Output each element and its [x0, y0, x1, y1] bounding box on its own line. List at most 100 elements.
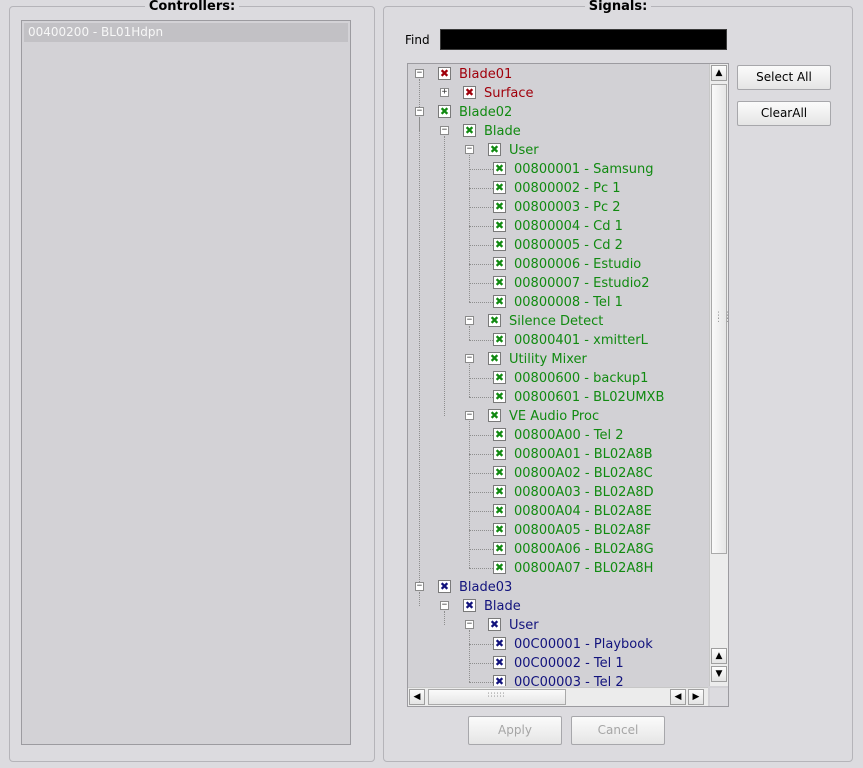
scroll-up-arrow-icon[interactable]: ▲ — [711, 65, 727, 81]
tree-item-label: Blade — [484, 124, 521, 139]
collapse-minus-icon[interactable]: − — [415, 582, 424, 591]
checkbox-checked-icon[interactable]: ✖ — [488, 143, 501, 156]
clear-all-button[interactable]: ClearAll — [737, 101, 831, 126]
tree-item[interactable]: ✖ 00800A03 - BL02A8D — [408, 483, 708, 502]
tree-item[interactable]: ✖ 00C00001 - Playbook — [408, 635, 708, 654]
checkbox-checked-icon[interactable]: ✖ — [493, 390, 506, 403]
collapse-minus-icon[interactable]: − — [440, 601, 449, 610]
checkbox-checked-icon[interactable]: ✖ — [493, 257, 506, 270]
checkbox-checked-icon[interactable]: ✖ — [463, 124, 476, 137]
scroll-left-arrow-icon-2[interactable]: ◀ — [670, 689, 686, 705]
tree-item[interactable]: ✖ 00800008 - Tel 1 — [408, 293, 708, 312]
checkbox-checked-icon[interactable]: ✖ — [493, 181, 506, 194]
tree-item[interactable]: ✖ 00800A05 - BL02A8F — [408, 521, 708, 540]
checkbox-checked-icon[interactable]: ✖ — [493, 466, 506, 479]
tree-item[interactable]: − ✖ Blade — [408, 122, 708, 141]
collapse-minus-icon[interactable]: − — [465, 620, 474, 629]
checkbox-checked-icon[interactable]: ✖ — [493, 428, 506, 441]
tree-item[interactable]: − ✖ VE Audio Proc — [408, 407, 708, 426]
collapse-minus-icon[interactable]: − — [465, 145, 474, 154]
checkbox-checked-icon[interactable]: ✖ — [493, 637, 506, 650]
tree-item[interactable]: ✖ 00800601 - BL02UMXB — [408, 388, 708, 407]
checkbox-checked-icon[interactable]: ✖ — [438, 580, 451, 593]
tree-item[interactable]: ✖ 00800600 - backup1 — [408, 369, 708, 388]
checkbox-checked-icon[interactable]: ✖ — [493, 523, 506, 536]
tree-item[interactable]: − ✖ User — [408, 616, 708, 635]
tree-item[interactable]: ✖ 00800A06 - BL02A8G — [408, 540, 708, 559]
signals-tree: − ✖ Blade01 + ✖ Surface − ✖ Blade02− ✖ Blade − ✖ User… — [408, 64, 708, 686]
tree-item[interactable]: − ✖ User — [408, 141, 708, 160]
checkbox-checked-icon[interactable]: ✖ — [438, 67, 451, 80]
checkbox-checked-icon[interactable]: ✖ — [493, 447, 506, 460]
tree-item[interactable]: ✖ 00800A07 - BL02A8H — [408, 559, 708, 578]
find-input[interactable] — [440, 29, 727, 50]
signals-tree-view[interactable]: − ✖ Blade01 + ✖ Surface − ✖ Blade02− ✖ Blade − ✖ User… — [407, 63, 729, 707]
tree-item[interactable]: − ✖ Silence Detect — [408, 312, 708, 331]
scroll-right-arrow-icon[interactable]: ▶ — [688, 689, 704, 705]
horizontal-scroll-thumb[interactable]: ⋯⋯ ⋯⋯ — [428, 689, 566, 705]
tree-item[interactable]: − ✖ Blade03 — [408, 578, 708, 597]
controllers-list[interactable]: 00400200 - BL01Hdpn — [21, 20, 351, 745]
checkbox-checked-icon[interactable]: ✖ — [463, 86, 476, 99]
checkbox-checked-icon[interactable]: ✖ — [488, 314, 501, 327]
checkbox-checked-icon[interactable]: ✖ — [493, 238, 506, 251]
tree-item[interactable]: ✖ 00800A01 - BL02A8B — [408, 445, 708, 464]
tree-connector-line — [469, 302, 493, 303]
tree-item[interactable]: ✖ 00800004 - Cd 1 — [408, 217, 708, 236]
horizontal-scrollbar[interactable]: ◀ ⋯⋯ ⋯⋯ ◀ ▶ — [408, 687, 708, 706]
scroll-up-arrow-icon-2[interactable]: ▲ — [711, 648, 727, 664]
checkbox-checked-icon[interactable]: ✖ — [488, 409, 501, 422]
checkbox-checked-icon[interactable]: ✖ — [493, 656, 506, 669]
tree-item[interactable]: ✖ 00800A02 - BL02A8C — [408, 464, 708, 483]
tree-item[interactable]: − ✖ Blade02 — [408, 103, 708, 122]
checkbox-checked-icon[interactable]: ✖ — [493, 371, 506, 384]
cancel-button[interactable]: Cancel — [571, 716, 665, 745]
checkbox-checked-icon[interactable]: ✖ — [493, 561, 506, 574]
tree-item[interactable]: ✖ 00800003 - Pc 2 — [408, 198, 708, 217]
checkbox-checked-icon[interactable]: ✖ — [493, 542, 506, 555]
expand-plus-icon[interactable]: + — [440, 88, 449, 97]
tree-item-label: 00800006 - Estudio — [514, 257, 642, 272]
tree-item[interactable]: ✖ 00800001 - Samsung — [408, 160, 708, 179]
apply-button[interactable]: Apply — [468, 716, 562, 745]
tree-item-label: 00800401 - xmitterL — [514, 333, 648, 348]
tree-item[interactable]: + ✖ Surface — [408, 84, 708, 103]
tree-item[interactable]: ✖ 00800007 - Estudio2 — [408, 274, 708, 293]
collapse-minus-icon[interactable]: − — [465, 411, 474, 420]
checkbox-checked-icon[interactable]: ✖ — [493, 675, 506, 686]
tree-item[interactable]: ✖ 00800A04 - BL02A8E — [408, 502, 708, 521]
tree-item[interactable]: ✖ 00800401 - xmitterL — [408, 331, 708, 350]
checkbox-checked-icon[interactable]: ✖ — [493, 219, 506, 232]
vertical-scroll-thumb[interactable]: ⋮⋮⋮⋮ — [711, 84, 728, 554]
tree-item[interactable]: ✖ 00800006 - Estudio — [408, 255, 708, 274]
tree-item[interactable]: ✖ 00800005 - Cd 2 — [408, 236, 708, 255]
checkbox-checked-icon[interactable]: ✖ — [488, 618, 501, 631]
tree-item[interactable]: − ✖ Blade01 — [408, 65, 708, 84]
checkbox-checked-icon[interactable]: ✖ — [463, 599, 476, 612]
checkbox-checked-icon[interactable]: ✖ — [488, 352, 501, 365]
checkbox-checked-icon[interactable]: ✖ — [493, 485, 506, 498]
scroll-down-arrow-icon[interactable]: ▼ — [711, 666, 727, 682]
collapse-minus-icon[interactable]: − — [415, 69, 424, 78]
collapse-minus-icon[interactable]: − — [465, 316, 474, 325]
collapse-minus-icon[interactable]: − — [440, 126, 449, 135]
tree-item[interactable]: ✖ 00C00002 - Tel 1 — [408, 654, 708, 673]
checkbox-checked-icon[interactable]: ✖ — [493, 295, 506, 308]
tree-item[interactable]: ✖ 00C00003 - Tel 2 — [408, 673, 708, 686]
checkbox-checked-icon[interactable]: ✖ — [493, 504, 506, 517]
checkbox-checked-icon[interactable]: ✖ — [493, 162, 506, 175]
tree-item[interactable]: − ✖ Blade — [408, 597, 708, 616]
controller-item[interactable]: 00400200 - BL01Hdpn — [24, 23, 348, 42]
tree-item[interactable]: ✖ 00800002 - Pc 1 — [408, 179, 708, 198]
checkbox-checked-icon[interactable]: ✖ — [493, 276, 506, 289]
checkbox-checked-icon[interactable]: ✖ — [493, 200, 506, 213]
collapse-minus-icon[interactable]: − — [465, 354, 474, 363]
tree-item[interactable]: ✖ 00800A00 - Tel 2 — [408, 426, 708, 445]
checkbox-checked-icon[interactable]: ✖ — [493, 333, 506, 346]
tree-item[interactable]: − ✖ Utility Mixer — [408, 350, 708, 369]
scroll-left-arrow-icon[interactable]: ◀ — [409, 689, 425, 705]
collapse-minus-icon[interactable]: − — [415, 107, 424, 116]
vertical-scrollbar[interactable]: ▲ ⋮⋮⋮⋮ ▲ ▼ — [709, 64, 728, 686]
checkbox-checked-icon[interactable]: ✖ — [438, 105, 451, 118]
select-all-button[interactable]: Select All — [737, 65, 831, 90]
